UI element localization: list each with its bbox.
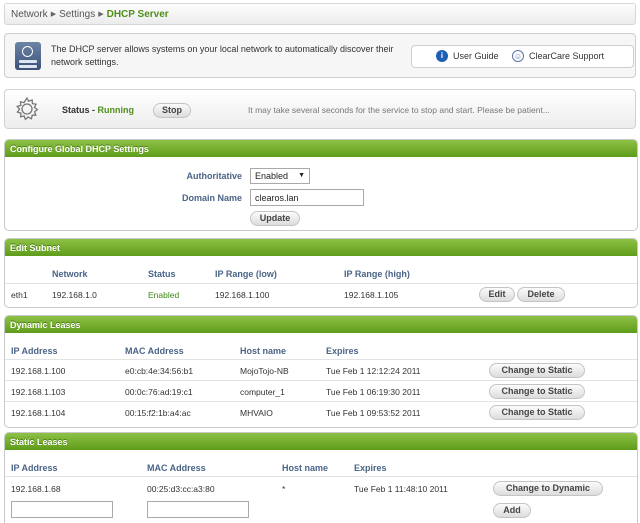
cell-ip-low: 192.168.1.100 (215, 290, 270, 300)
mac-address-input[interactable] (147, 501, 249, 518)
cell-hostname: MHVAIO (240, 408, 273, 418)
change-to-static-button[interactable]: Change to Static (489, 405, 585, 420)
breadcrumb-settings[interactable]: Settings (59, 9, 95, 20)
cell-mac: e0:cb:4e:34:56:b1 (125, 366, 194, 376)
panel-title: Edit Subnet (5, 239, 637, 256)
cell-expires: Tue Feb 1 09:53:52 2011 (326, 408, 421, 418)
add-button[interactable]: Add (493, 503, 531, 518)
col-header-mac: MAC Address (125, 346, 184, 356)
dynamic-leases-panel: Dynamic Leases IP Address MAC Address Ho… (4, 315, 638, 428)
help-links: i User Guide ☺ ClearCare Support (411, 45, 634, 68)
breadcrumb-network[interactable]: Network (11, 9, 48, 20)
delete-button[interactable]: Delete (517, 287, 565, 302)
cell-hostname: MojoTojo-NB (240, 366, 289, 376)
update-button[interactable]: Update (250, 211, 300, 226)
user-guide-label: User Guide (453, 51, 499, 61)
change-to-dynamic-button[interactable]: Change to Dynamic (493, 481, 603, 496)
change-to-static-button[interactable]: Change to Static (489, 384, 585, 399)
cell-ip: 192.168.1.68 (11, 484, 61, 494)
cell-hostname: computer_1 (240, 387, 285, 397)
cell-mac: 00:25:d3:cc:a3:80 (147, 484, 215, 494)
chevron-right-icon: ▶ (50, 11, 57, 18)
domain-name-input[interactable]: clearos.lan (250, 189, 364, 206)
status-note: It may take several seconds for the serv… (248, 105, 550, 115)
col-header-ip-low: IP Range (low) (215, 269, 277, 279)
cell-interface: eth1 (11, 290, 28, 300)
server-icon (15, 42, 41, 70)
stop-button[interactable]: Stop (153, 103, 191, 118)
authoritative-select[interactable]: Enabled ▼ (250, 168, 310, 184)
global-settings-panel: Configure Global DHCP Settings Authorita… (4, 139, 638, 231)
col-header-mac: MAC Address (147, 463, 206, 473)
panel-title: Configure Global DHCP Settings (5, 140, 637, 157)
chevron-down-icon: ▼ (298, 172, 305, 179)
clearcare-support-label: ClearCare Support (529, 51, 605, 61)
edit-button[interactable]: Edit (479, 287, 515, 302)
breadcrumb: Network ▶ Settings ▶ DHCP Server (4, 3, 636, 25)
change-to-static-button[interactable]: Change to Static (489, 363, 585, 378)
col-header-network: Network (52, 269, 88, 279)
col-header-ip: IP Address (11, 463, 58, 473)
col-header-ip-high: IP Range (high) (344, 269, 410, 279)
ip-address-input[interactable] (11, 501, 113, 518)
domain-name-label: Domain Name (181, 193, 242, 203)
col-header-status: Status (148, 269, 176, 279)
info-box: The DHCP server allows systems on your l… (4, 33, 636, 78)
info-icon: i (436, 50, 448, 62)
chevron-right-icon: ▶ (98, 11, 104, 18)
cell-expires: Tue Feb 1 06:19:30 2011 (326, 387, 421, 397)
col-header-hostname: Host name (282, 463, 329, 473)
cell-hostname: * (282, 484, 286, 494)
clearcare-support-link[interactable]: ☺ ClearCare Support (512, 50, 604, 62)
cell-ip: 192.168.1.103 (11, 387, 66, 397)
col-header-expires: Expires (326, 346, 359, 356)
cell-mac: 00:15:f2:1b:a4:ac (125, 408, 191, 418)
edit-subnet-panel: Edit Subnet Network Status IP Range (low… (4, 238, 638, 308)
col-header-ip: IP Address (11, 346, 58, 356)
cell-expires: Tue Feb 1 11:48:10 2011 (354, 484, 448, 494)
cell-network: 192.168.1.0 (52, 290, 97, 300)
cell-status: Enabled (148, 290, 180, 300)
panel-title: Dynamic Leases (5, 316, 637, 333)
info-text: The DHCP server allows systems on your l… (51, 44, 394, 67)
cell-expires: Tue Feb 1 12:12:24 2011 (326, 366, 421, 376)
panel-title: Static Leases (5, 433, 637, 450)
col-header-expires: Expires (354, 463, 387, 473)
gear-icon (16, 96, 39, 121)
cell-ip: 192.168.1.100 (11, 366, 66, 376)
user-guide-link[interactable]: i User Guide (436, 50, 499, 62)
cell-mac: 00:0c:76:ad:19:c1 (125, 387, 193, 397)
authoritative-label: Authoritative (186, 171, 242, 181)
col-header-hostname: Host name (240, 346, 287, 356)
service-status-bar: Status - Running Stop It may take severa… (4, 89, 636, 129)
status-label: Status - Running (62, 105, 135, 115)
support-icon: ☺ (512, 50, 524, 62)
cell-ip-high: 192.168.1.105 (344, 290, 399, 300)
static-leases-panel: Static Leases IP Address MAC Address Hos… (4, 432, 638, 523)
breadcrumb-current: DHCP Server (106, 9, 169, 20)
cell-ip: 192.168.1.104 (11, 408, 66, 418)
status-running: Running (97, 105, 135, 115)
